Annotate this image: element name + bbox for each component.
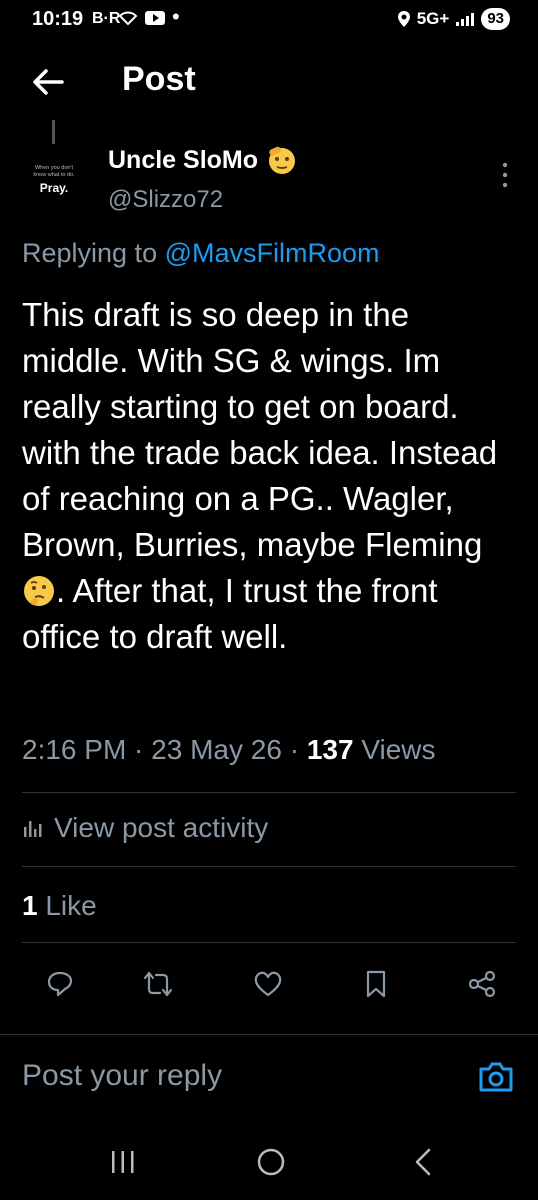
location-icon — [397, 11, 410, 27]
replying-to-link[interactable]: @MavsFilmRoom — [165, 238, 380, 268]
author-name-row[interactable]: Uncle SloMo — [108, 144, 298, 176]
home-button[interactable] — [246, 1142, 296, 1182]
status-time: 10:19 — [32, 8, 84, 30]
divider — [22, 942, 516, 943]
status-bar: 10:19 B·R • 5G+ 93 — [0, 0, 538, 40]
network-label: 5G+ — [416, 9, 450, 28]
notification-dot-icon: • — [172, 4, 180, 29]
status-right: 5G+ 93 — [397, 8, 510, 30]
battery-indicator: 93 — [481, 8, 510, 30]
reply-button[interactable] — [38, 962, 82, 1006]
view-activity-link[interactable]: View post activity — [22, 812, 268, 844]
action-bar — [0, 962, 538, 1006]
likes-count[interactable]: 1 Like — [22, 890, 97, 922]
meta-separator: · — [126, 734, 152, 765]
home-icon — [257, 1148, 285, 1176]
share-button[interactable] — [460, 962, 504, 1006]
repost-icon — [143, 971, 173, 997]
avatar-caption: When you don't know what to do. — [33, 165, 75, 178]
wifi-icon — [118, 11, 138, 26]
like-icon — [254, 971, 282, 997]
bookmark-button[interactable] — [354, 962, 398, 1006]
avatar[interactable]: When you don't know what to do. Pray. — [22, 148, 86, 212]
like-button[interactable] — [246, 962, 290, 1006]
post-meta: 2:16 PM · 23 May 26 · 137 Views — [22, 734, 436, 766]
replying-to: Replying to @MavsFilmRoom — [22, 238, 380, 269]
post-time: 2:16 PM — [22, 734, 127, 765]
divider — [22, 792, 516, 793]
post-text-part1: This draft is so deep in the middle. Wit… — [22, 296, 498, 563]
chevron-left-icon — [415, 1148, 431, 1176]
app-badge: B·R — [92, 10, 121, 27]
reply-input[interactable]: Post your reply — [22, 1059, 222, 1093]
system-back-button[interactable] — [398, 1142, 448, 1182]
post-text-part2: . After that, I trust the front office t… — [22, 572, 438, 655]
camera-icon[interactable] — [476, 1057, 516, 1097]
back-arrow-icon[interactable] — [28, 64, 68, 100]
bookmark-icon — [366, 970, 386, 998]
system-nav-bar — [0, 1128, 538, 1200]
author-name[interactable]: Uncle SloMo — [108, 146, 258, 175]
likes-number: 1 — [22, 890, 38, 921]
divider — [22, 866, 516, 867]
avatar-word: Pray. — [39, 181, 69, 195]
likes-label: Like — [45, 890, 97, 921]
recents-icon — [112, 1151, 134, 1173]
author-handle[interactable]: @Slizzo72 — [108, 186, 223, 214]
page-title: Post — [122, 60, 196, 98]
repost-button[interactable] — [136, 962, 180, 1006]
views-label: Views — [361, 734, 436, 765]
replying-prefix: Replying to — [22, 238, 165, 268]
recents-button[interactable] — [98, 1142, 148, 1182]
header: Post — [0, 50, 538, 114]
thread-line — [52, 120, 55, 144]
meta-separator: · — [281, 734, 307, 765]
signal-icon — [456, 13, 475, 26]
saluting-face-emoji-icon — [269, 146, 296, 174]
reply-icon — [47, 971, 73, 997]
views-count: 137 — [306, 734, 354, 765]
activity-label: View post activity — [54, 812, 269, 843]
post-date: 23 May 26 — [151, 734, 282, 765]
status-icons — [118, 10, 166, 26]
post-text: This draft is so deep in the middle. Wit… — [22, 292, 520, 660]
analytics-icon — [24, 821, 42, 837]
youtube-icon — [145, 11, 165, 25]
reply-composer: Post your reply — [0, 1034, 538, 1125]
thinking-face-emoji-icon — [24, 576, 54, 606]
more-options-icon[interactable] — [500, 160, 510, 190]
share-icon — [468, 970, 496, 998]
